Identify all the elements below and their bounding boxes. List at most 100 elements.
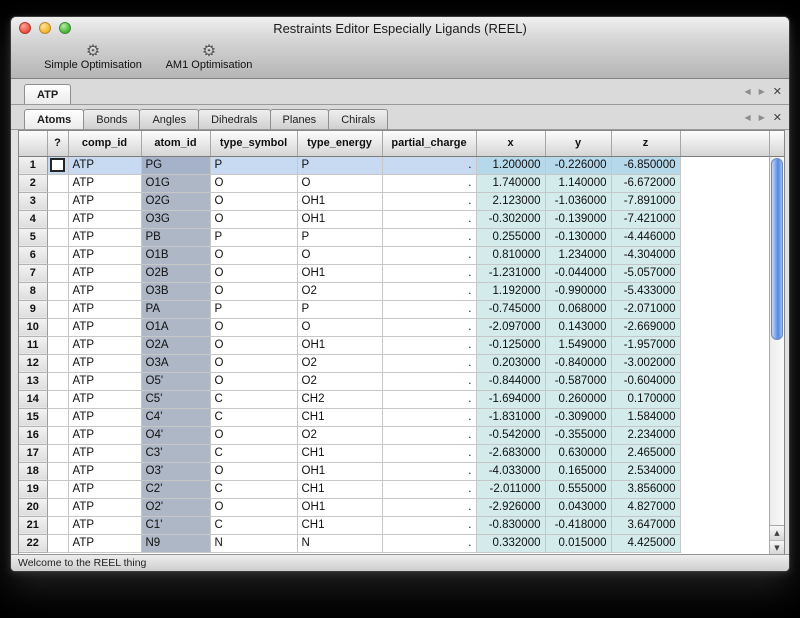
- cell-partial-charge[interactable]: .: [382, 462, 476, 480]
- row-flag-cell[interactable]: [47, 228, 68, 246]
- cell-x[interactable]: -0.830000: [476, 516, 545, 534]
- atom-row[interactable]: 15ATPC4'CCH1.-1.831000-0.3090001.584000: [19, 408, 769, 426]
- cell-comp-id[interactable]: ATP: [68, 282, 141, 300]
- cell-type-energy[interactable]: P: [297, 300, 382, 318]
- cell-partial-charge[interactable]: .: [382, 318, 476, 336]
- cell-x[interactable]: 2.123000: [476, 192, 545, 210]
- row-number[interactable]: 16: [19, 426, 47, 444]
- tab-scroll-right-icon[interactable]: ▶: [759, 87, 765, 96]
- cell-partial-charge[interactable]: .: [382, 300, 476, 318]
- cell-atom-id[interactable]: O3A: [141, 354, 210, 372]
- cell-z[interactable]: -6.850000: [611, 156, 680, 174]
- cell-y[interactable]: -0.840000: [545, 354, 611, 372]
- atom-row[interactable]: 8ATPO3BOO2.1.192000-0.990000-5.433000: [19, 282, 769, 300]
- row-flag-cell[interactable]: [47, 300, 68, 318]
- cell-x[interactable]: -1.231000: [476, 264, 545, 282]
- atom-row[interactable]: 14ATPC5'CCH2.-1.6940000.2600000.170000: [19, 390, 769, 408]
- cell-type-energy[interactable]: N: [297, 534, 382, 552]
- row-flag-cell[interactable]: [47, 408, 68, 426]
- cell-y[interactable]: 0.165000: [545, 462, 611, 480]
- row-number[interactable]: 9: [19, 300, 47, 318]
- row-number[interactable]: 6: [19, 246, 47, 264]
- cell-x[interactable]: 1.200000: [476, 156, 545, 174]
- tab-scroll-left-icon[interactable]: ◀: [744, 113, 750, 122]
- cell-type-symbol[interactable]: C: [210, 444, 297, 462]
- col-header-question[interactable]: ?: [47, 131, 68, 156]
- cell-comp-id[interactable]: ATP: [68, 246, 141, 264]
- row-number[interactable]: 2: [19, 174, 47, 192]
- row-number[interactable]: 17: [19, 444, 47, 462]
- cell-x[interactable]: 1.740000: [476, 174, 545, 192]
- cell-type-energy[interactable]: O: [297, 318, 382, 336]
- cell-type-symbol[interactable]: P: [210, 300, 297, 318]
- cell-z[interactable]: -3.002000: [611, 354, 680, 372]
- col-header-partial-charge[interactable]: partial_charge: [382, 131, 476, 156]
- cell-comp-id[interactable]: ATP: [68, 174, 141, 192]
- row-number[interactable]: 15: [19, 408, 47, 426]
- cell-atom-id[interactable]: O3B: [141, 282, 210, 300]
- cell-atom-id[interactable]: C1': [141, 516, 210, 534]
- cell-type-energy[interactable]: OH1: [297, 192, 382, 210]
- cell-partial-charge[interactable]: .: [382, 210, 476, 228]
- row-flag-cell[interactable]: [47, 390, 68, 408]
- cell-partial-charge[interactable]: .: [382, 516, 476, 534]
- row-flag-cell[interactable]: [47, 246, 68, 264]
- atom-row[interactable]: 6ATPO1BOO.0.8100001.234000-4.304000: [19, 246, 769, 264]
- cell-atom-id[interactable]: O4': [141, 426, 210, 444]
- cell-partial-charge[interactable]: .: [382, 174, 476, 192]
- cell-y[interactable]: 0.630000: [545, 444, 611, 462]
- row-number[interactable]: 10: [19, 318, 47, 336]
- cell-type-symbol[interactable]: O: [210, 210, 297, 228]
- cell-comp-id[interactable]: ATP: [68, 210, 141, 228]
- atom-row[interactable]: 1ATPPGPP.1.200000-0.226000-6.850000: [19, 156, 769, 174]
- cell-comp-id[interactable]: ATP: [68, 264, 141, 282]
- cell-y[interactable]: 0.143000: [545, 318, 611, 336]
- atom-row[interactable]: 18ATPO3'OOH1.-4.0330000.1650002.534000: [19, 462, 769, 480]
- cell-y[interactable]: -0.355000: [545, 426, 611, 444]
- zoom-window-button[interactable]: [59, 22, 71, 34]
- cell-comp-id[interactable]: ATP: [68, 480, 141, 498]
- cell-x[interactable]: -0.302000: [476, 210, 545, 228]
- cell-x[interactable]: 0.810000: [476, 246, 545, 264]
- cell-type-symbol[interactable]: O: [210, 336, 297, 354]
- cell-type-energy[interactable]: CH1: [297, 516, 382, 534]
- cell-x[interactable]: -2.097000: [476, 318, 545, 336]
- cell-type-energy[interactable]: OH1: [297, 210, 382, 228]
- cell-comp-id[interactable]: ATP: [68, 498, 141, 516]
- cell-z[interactable]: 4.827000: [611, 498, 680, 516]
- col-header-atom-id[interactable]: atom_id: [141, 131, 210, 156]
- cell-type-symbol[interactable]: O: [210, 192, 297, 210]
- cell-atom-id[interactable]: O1G: [141, 174, 210, 192]
- scroll-up-icon[interactable]: ▲: [770, 526, 784, 540]
- cell-comp-id[interactable]: ATP: [68, 228, 141, 246]
- row-number[interactable]: 13: [19, 372, 47, 390]
- cell-y[interactable]: -0.587000: [545, 372, 611, 390]
- vertical-scrollbar[interactable]: ▲ ▼: [769, 157, 784, 554]
- tab-close-icon[interactable]: ✕: [773, 85, 782, 98]
- cell-type-symbol[interactable]: O: [210, 462, 297, 480]
- cell-x[interactable]: 0.203000: [476, 354, 545, 372]
- cell-z[interactable]: -2.669000: [611, 318, 680, 336]
- row-number[interactable]: 5: [19, 228, 47, 246]
- cell-x[interactable]: 1.192000: [476, 282, 545, 300]
- cell-atom-id[interactable]: O3G: [141, 210, 210, 228]
- cell-z[interactable]: -1.957000: [611, 336, 680, 354]
- cell-z[interactable]: 0.170000: [611, 390, 680, 408]
- cell-y[interactable]: -0.990000: [545, 282, 611, 300]
- cell-type-symbol[interactable]: O: [210, 372, 297, 390]
- row-flag-cell[interactable]: [47, 480, 68, 498]
- cell-atom-id[interactable]: O2A: [141, 336, 210, 354]
- cell-comp-id[interactable]: ATP: [68, 336, 141, 354]
- row-flag-cell[interactable]: [47, 210, 68, 228]
- row-flag-cell[interactable]: [47, 444, 68, 462]
- cell-y[interactable]: 1.140000: [545, 174, 611, 192]
- cell-z[interactable]: 2.234000: [611, 426, 680, 444]
- cell-type-energy[interactable]: CH1: [297, 408, 382, 426]
- cell-atom-id[interactable]: O1A: [141, 318, 210, 336]
- cell-z[interactable]: 3.647000: [611, 516, 680, 534]
- cell-type-symbol[interactable]: P: [210, 156, 297, 174]
- cell-comp-id[interactable]: ATP: [68, 156, 141, 174]
- cell-y[interactable]: 0.260000: [545, 390, 611, 408]
- cell-y[interactable]: 0.043000: [545, 498, 611, 516]
- cell-atom-id[interactable]: C2': [141, 480, 210, 498]
